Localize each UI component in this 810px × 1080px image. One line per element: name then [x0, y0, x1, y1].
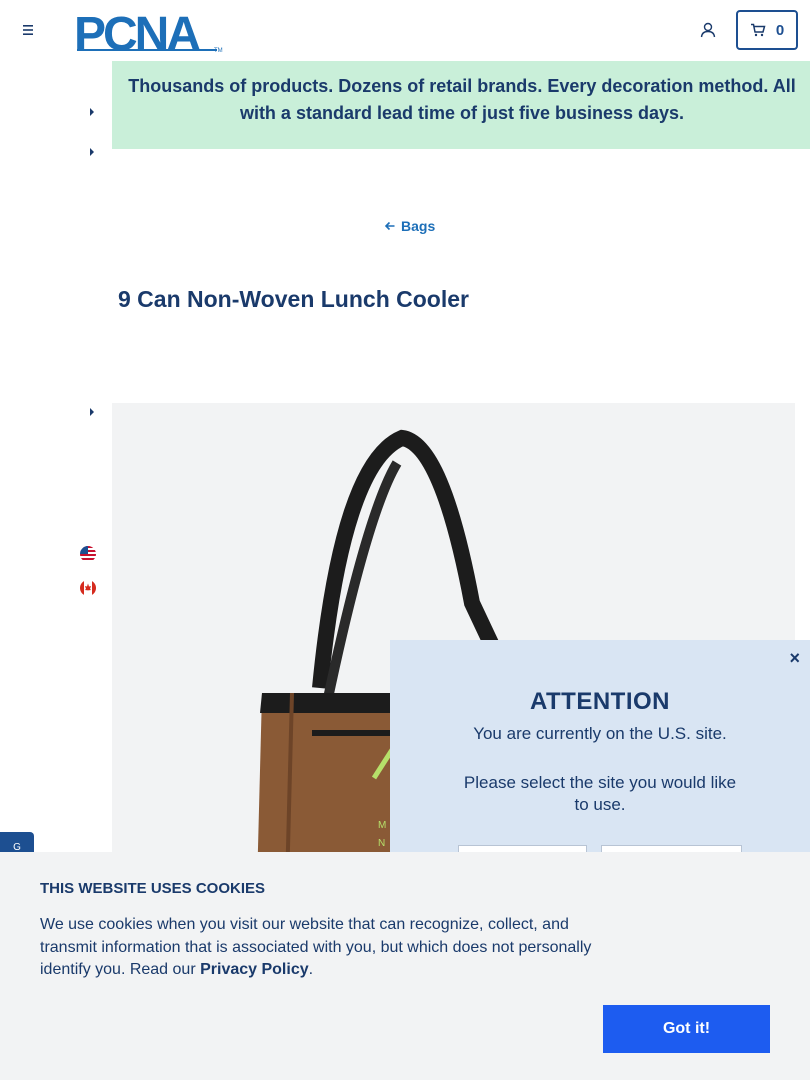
- breadcrumb-label: Bags: [401, 218, 436, 234]
- product-title: 9 Can Non-Woven Lunch Cooler: [118, 286, 469, 312]
- cookie-title: THIS WEBSITE USES COOKIES: [40, 880, 266, 897]
- caret-right-icon[interactable]: [88, 106, 96, 118]
- pcna-logo[interactable]: PCNA TM: [74, 8, 226, 54]
- modal-select-prompt: Please select the site you would like to…: [463, 773, 737, 814]
- cart-icon: [750, 23, 766, 37]
- logo-text: PCNA: [74, 8, 200, 54]
- privacy-policy-link[interactable]: Privacy Policy: [200, 961, 309, 978]
- banner-text: Thousands of products. Dozens of retail …: [128, 76, 796, 123]
- cart-button[interactable]: 0: [736, 10, 798, 50]
- modal-current-site-text: You are currently on the U.S. site.: [473, 724, 727, 743]
- user-icon[interactable]: [698, 20, 718, 40]
- caret-right-icon[interactable]: [88, 406, 96, 418]
- hamburger-menu-icon[interactable]: [18, 20, 38, 40]
- accept-cookies-button[interactable]: Got it!: [603, 1005, 770, 1053]
- caret-right-icon[interactable]: [88, 146, 96, 158]
- arrow-left-icon: [384, 221, 395, 231]
- cookie-period: .: [308, 961, 314, 978]
- modal-title: ATTENTION: [529, 688, 671, 715]
- promo-banner: Thousands of products. Dozens of retail …: [112, 61, 810, 149]
- breadcrumb[interactable]: Bags: [384, 218, 435, 234]
- cookie-banner: THIS WEBSITE USES COOKIES We use cookies…: [0, 852, 810, 1080]
- svg-text:TM: TM: [214, 48, 223, 54]
- canada-flag-icon[interactable]: [80, 580, 96, 596]
- svg-text:N: N: [378, 838, 385, 849]
- site-header: PCNA TM 0: [0, 0, 810, 61]
- us-flag-icon[interactable]: [80, 546, 96, 562]
- cart-count: 0: [775, 21, 785, 39]
- close-icon[interactable]: ×: [789, 648, 800, 669]
- site-select-modal: × ATTENTION You are currently on the U.S…: [390, 640, 810, 885]
- svg-text:M: M: [378, 820, 386, 831]
- cookie-text: We use cookies when you visit our websit…: [40, 914, 610, 982]
- cookie-body: We use cookies when you visit our websit…: [40, 916, 592, 978]
